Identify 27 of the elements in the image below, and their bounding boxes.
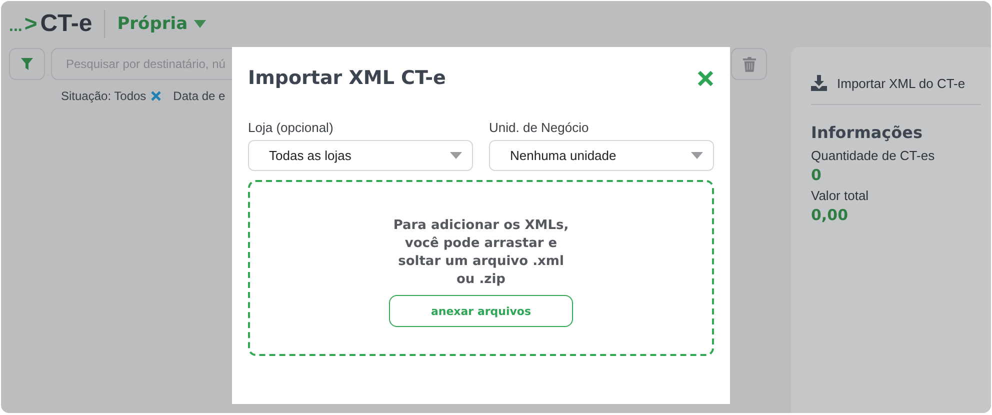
select-field[interactable]: Nenhuma unidade <box>489 140 714 171</box>
caret-icon <box>194 20 206 28</box>
close-icon[interactable] <box>697 70 714 86</box>
filter-label: Situação: Todos <box>61 89 146 103</box>
breadcrumb-separator: > <box>24 11 38 37</box>
select-field[interactable]: Todas as lojas <box>248 140 473 171</box>
drop-zone[interactable]: Para adicionar os XMLs, você pode arrastar e soltar um arquivo .xml ou .zip anexar arquivos <box>248 180 714 356</box>
drop-instructions: Para adicionar os XMLs, você pode arrastar e soltar um arquivo .xml ou .zip <box>392 217 570 289</box>
delete-button[interactable] <box>731 48 767 80</box>
field-label: Unid. de Negócio <box>489 120 590 135</box>
dialog-title: Importar XML CT-e <box>248 67 446 89</box>
section-title: Informações <box>811 123 924 142</box>
stat-value: 0,00 <box>811 206 850 224</box>
stat-label: Valor total <box>811 188 870 203</box>
remove-filter-icon[interactable] <box>151 91 162 101</box>
caret-icon <box>450 152 462 159</box>
filter-label: Data de e <box>173 89 226 103</box>
stat-label: Quantidade de CT-es <box>811 148 936 163</box>
field-label: Loja (opcional) <box>248 120 334 135</box>
import-xml-button[interactable]: Importar XML do CT-e <box>811 75 966 91</box>
trash-icon <box>742 56 756 72</box>
filter-button[interactable] <box>9 48 45 80</box>
caret-icon <box>691 152 703 159</box>
filter-icon <box>21 58 33 70</box>
page-title: CT-e <box>40 10 92 38</box>
download-icon <box>811 75 827 91</box>
stat-value: 0 <box>811 166 822 184</box>
